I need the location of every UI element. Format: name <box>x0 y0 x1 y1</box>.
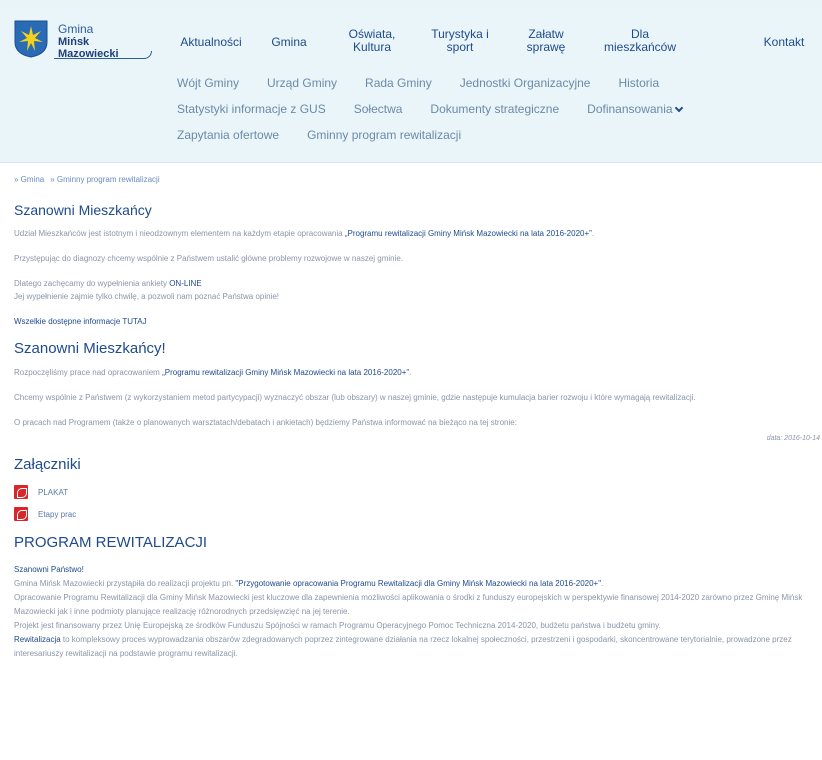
subnav-dokumenty[interactable]: Dokumenty strategiczne <box>430 102 559 116</box>
chevron-down-icon <box>674 103 683 113</box>
program-name: „Programu rewitalizacji Gminy Mińsk Mazo… <box>344 229 592 238</box>
subnav-solectwa[interactable]: Sołectwa <box>354 102 403 116</box>
breadcrumb-rewitalizacja[interactable]: » Gminny program rewitalizacji <box>50 175 159 184</box>
subnav-jednostki[interactable]: Jednostki Organizacyjne <box>460 76 591 90</box>
attachment-link[interactable]: Etapy prac <box>38 510 76 519</box>
section-title: Szanowni Mieszkańcy <box>14 202 152 218</box>
nav-dla-mieszkancow[interactable]: Dla mieszkańców <box>598 28 682 54</box>
nav-oswiata[interactable]: Oświata, Kultura <box>340 28 404 54</box>
online-survey-link[interactable]: ON-LINE <box>169 279 201 288</box>
text: Gmina Mińsk Mazowiecki przystąpiła do re… <box>14 579 236 588</box>
program-text: Szanowni Państwo! Gmina Mińsk Mazowiecki… <box>14 563 820 661</box>
attachment-link[interactable]: PLAKAT <box>38 488 68 497</box>
section-title: Szanowni Mieszkańcy! <box>14 340 166 357</box>
subnav-row: Wójt Gminy Urząd Gminy Rada Gminy Jednostki… <box>177 76 817 102</box>
attachment-item[interactable]: Etapy prac <box>14 504 820 524</box>
nav-kontakt[interactable]: Kontakt <box>754 36 814 49</box>
nav-turystyka[interactable]: Turystyka i sport <box>422 28 498 54</box>
text: . <box>409 368 412 377</box>
paragraph: Projekt jest finansowany przez Unię Euro… <box>14 621 661 630</box>
text: Jej wypełnienie zajmie tylko chwilę, a p… <box>14 292 280 301</box>
logo-line1: Gmina <box>58 22 94 36</box>
text: . <box>591 229 595 238</box>
paragraph: O pracach nad Programem (także o planowa… <box>14 418 517 427</box>
attachment-item[interactable]: PLAKAT <box>14 482 820 502</box>
text: Dlatego zachęcamy do wypełnienia ankiety <box>14 279 170 288</box>
breadcrumb: » Gmina » Gminny program rewitalizacji <box>14 175 820 184</box>
paragraph: Udział Mieszkańców jest istotnym i nieod… <box>14 227 820 240</box>
program-title: PROGRAM REWITALIZACJI <box>14 534 208 551</box>
top-strip <box>0 0 822 8</box>
subnav-rewitalizacja[interactable]: Gminny program rewitalizacji <box>307 128 461 142</box>
breadcrumb-gmina[interactable]: » Gmina <box>14 175 44 184</box>
subnav-historia[interactable]: Historia <box>618 76 659 90</box>
site-logo[interactable]: Gmina Mińsk Mazowiecki <box>14 18 152 66</box>
subnav-row: Statystyki informacje z GUS Sołectwa Dokum… <box>177 102 817 128</box>
paragraph: Rewitalizacja to kompleksowy proces wypr… <box>14 633 820 661</box>
main-content: » Gmina » Gminny program rewitalizacji Sz… <box>14 175 820 661</box>
nav-zalatw[interactable]: Załatw sprawę <box>516 28 576 54</box>
paragraph: Dlatego zachęcamy do wypełnienia ankiety… <box>14 277 820 303</box>
paragraph: Chcemy wspólnie z Państwem (z wykorzysta… <box>14 393 696 402</box>
paragraph: Rozpoczęliśmy prace nad opracowaniem „Pr… <box>14 366 820 379</box>
text: Rozpoczęliśmy prace nad opracowaniem <box>14 368 163 377</box>
subnav-zapytania[interactable]: Zapytania ofertowe <box>177 128 279 142</box>
pdf-icon <box>14 507 28 521</box>
sub-nav: Wójt Gminy Urząd Gminy Rada Gminy Jednostki… <box>177 76 817 154</box>
greeting: Szanowni Państwo! <box>14 565 84 574</box>
site-header: Gmina Mińsk Mazowiecki Aktualności Gmina… <box>0 8 822 163</box>
paragraph: Opracowanie Programu Rewitalizacji dla G… <box>14 593 803 616</box>
coat-of-arms-icon <box>14 20 48 58</box>
nav-gmina[interactable]: Gmina <box>264 36 314 49</box>
term: Rewitalizacja <box>14 635 61 644</box>
subnav-row: Zapytania ofertowe Gminny program rewital… <box>177 128 817 154</box>
paragraph: Przystępując do diagnozy chcemy wspólnie… <box>14 254 404 263</box>
text: . <box>601 579 604 588</box>
pdf-icon <box>14 485 28 499</box>
subnav-wojt[interactable]: Wójt Gminy <box>177 76 239 90</box>
program-name: „Programu rewitalizacji Gminy Mińsk Mazo… <box>162 368 410 377</box>
info-link[interactable]: Wszelkie dostępne informacje TUTAJ <box>14 315 820 328</box>
subnav-statystyki[interactable]: Statystyki informacje z GUS <box>177 102 326 116</box>
date: data: 2016-10-14 <box>766 435 820 442</box>
text: to kompleksowy proces wyprowadzania obsz… <box>14 635 792 658</box>
main-nav: Aktualności Gmina Oświata, Kultura Turys… <box>160 22 820 62</box>
subnav-dofinansowania-label: Dofinansowania <box>587 102 673 116</box>
text: Udział Mieszkańców jest istotnym i nieod… <box>14 229 345 238</box>
project-name: "Przygotowanie opracowania Programu Rewi… <box>235 579 602 588</box>
paragraph: Gmina Mińsk Mazowiecki przystąpiła do re… <box>14 577 820 591</box>
subnav-dofinansowania[interactable]: Dofinansowania <box>587 102 683 116</box>
nav-aktualnosci[interactable]: Aktualności <box>176 36 246 49</box>
logo-underline <box>54 51 152 59</box>
subnav-urzad[interactable]: Urząd Gminy <box>267 76 337 90</box>
attachments-title: Załączniki <box>14 456 81 473</box>
subnav-rada[interactable]: Rada Gminy <box>365 76 432 90</box>
